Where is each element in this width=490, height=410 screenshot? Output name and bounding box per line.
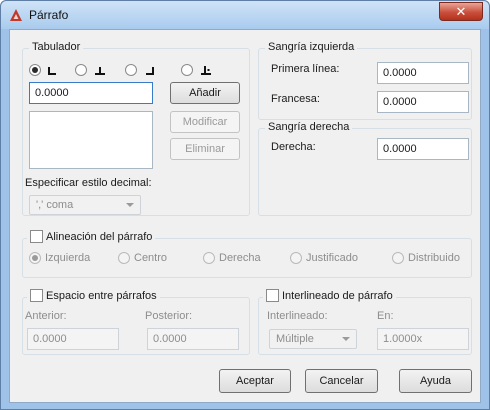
line-spacing-value: Múltiple — [276, 333, 314, 345]
line-spacing-group: Interlineado de párrafo Interlineado: Mú… — [258, 289, 472, 355]
dialog-client-area: Tabulador 0.0000 Añadir Modificar Elimin… — [9, 29, 481, 403]
tabulador-group: Tabulador 0.0000 Añadir Modificar Elimin… — [22, 41, 250, 216]
add-tab-button[interactable]: Añadir — [170, 82, 240, 104]
align-justify-label: Justificado — [306, 252, 358, 264]
help-button[interactable]: Ayuda — [399, 369, 472, 393]
decimal-style-label: Especificar estilo decimal: — [25, 177, 152, 189]
tabulador-title: Tabulador — [29, 41, 84, 53]
tab-type-decimal-radio[interactable] — [181, 64, 193, 76]
tab-type-left-radio[interactable] — [29, 64, 41, 76]
tab-position-input[interactable]: 0.0000 — [29, 82, 153, 104]
right-indent-title: Sangría derecha — [265, 121, 353, 133]
after-input[interactable]: 0.0000 — [147, 328, 239, 350]
tab-stops-list[interactable] — [29, 111, 153, 169]
chevron-down-icon — [342, 337, 350, 341]
align-distributed-radio[interactable] — [392, 252, 404, 264]
line-spacing-checkbox[interactable] — [266, 289, 279, 302]
chevron-down-icon — [126, 203, 134, 207]
align-right-label: Derecha — [219, 252, 261, 264]
decimal-tab-icon — [201, 66, 211, 75]
first-line-input[interactable]: 0.0000 — [377, 62, 469, 84]
align-left-label: Izquierda — [45, 252, 91, 264]
at-label: En: — [377, 310, 394, 322]
alignment-group: Alineación del párrafo Izquierda Centro … — [22, 230, 472, 278]
decimal-style-dropdown[interactable]: ',' coma — [29, 195, 141, 215]
align-right-radio[interactable] — [203, 252, 215, 264]
line-spacing-dropdown[interactable]: Múltiple — [269, 329, 357, 349]
left-indent-title: Sangría izquierda — [265, 41, 358, 53]
line-spacing-title-area: Interlineado de párrafo — [263, 289, 396, 302]
left-indent-group: Sangría izquierda Primera línea: 0.0000 … — [258, 41, 472, 120]
right-label: Derecha: — [271, 141, 316, 153]
modify-tab-button[interactable]: Modificar — [170, 111, 240, 133]
align-left-radio[interactable] — [29, 252, 41, 264]
tab-type-center-radio[interactable] — [75, 64, 87, 76]
at-input[interactable]: 1.0000x — [377, 328, 469, 350]
delete-tab-button[interactable]: Eliminar — [170, 138, 240, 160]
right-tab-icon — [145, 67, 155, 75]
right-indent-group: Sangría derecha Derecha: 0.0000 — [258, 121, 472, 216]
tab-type-right-radio[interactable] — [125, 64, 137, 76]
accept-button[interactable]: Aceptar — [219, 369, 291, 393]
spacing-checkbox[interactable] — [30, 289, 43, 302]
hanging-label: Francesa: — [271, 93, 320, 105]
window-title: Párrafo — [29, 8, 69, 22]
spacing-title-area: Espacio entre párrafos — [27, 289, 160, 302]
alignment-checkbox[interactable] — [30, 230, 43, 243]
line-spacing-title: Interlineado de párrafo — [282, 290, 393, 302]
before-label: Anterior: — [25, 310, 67, 322]
align-justify-radio[interactable] — [290, 252, 302, 264]
spacing-group: Espacio entre párrafos Anterior: 0.0000 … — [22, 289, 250, 355]
cancel-button[interactable]: Cancelar — [305, 369, 378, 393]
close-button[interactable]: ✕ — [439, 2, 483, 21]
after-label: Posterior: — [145, 310, 193, 322]
paragraph-dialog: Párrafo ✕ Tabulador 0.0000 Añadir Modifi… — [0, 0, 490, 410]
before-input[interactable]: 0.0000 — [27, 328, 119, 350]
spacing-title: Espacio entre párrafos — [46, 290, 157, 302]
autocad-icon — [9, 8, 23, 22]
hanging-input[interactable]: 0.0000 — [377, 91, 469, 113]
left-tab-icon — [47, 67, 57, 75]
alignment-title-area: Alineación del párrafo — [27, 230, 156, 243]
align-distributed-label: Distribuido — [408, 252, 460, 264]
line-spacing-label: Interlineado: — [267, 310, 328, 322]
title-bar[interactable]: Párrafo ✕ — [1, 1, 489, 29]
first-line-label: Primera línea: — [271, 63, 340, 75]
align-center-label: Centro — [134, 252, 168, 264]
alignment-title: Alineación del párrafo — [46, 231, 153, 243]
right-input[interactable]: 0.0000 — [377, 138, 469, 160]
center-tab-icon — [95, 67, 105, 75]
decimal-style-value: ',' coma — [36, 199, 74, 211]
align-center-radio[interactable] — [118, 252, 130, 264]
